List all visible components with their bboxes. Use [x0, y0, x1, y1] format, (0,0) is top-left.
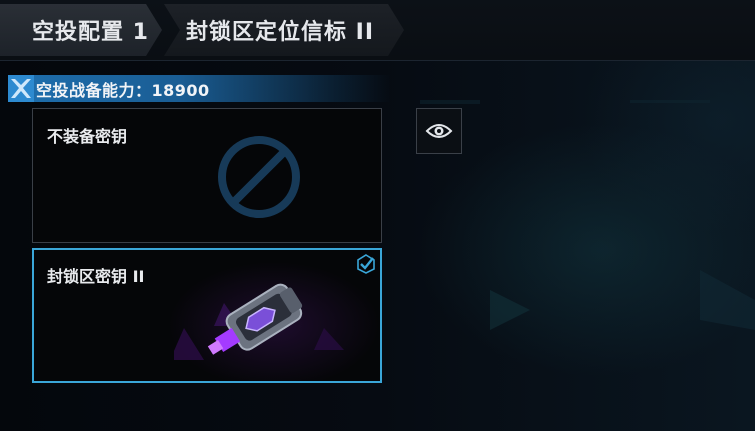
- screen: 空投配置 1 封锁区定位信标 II 空投战备能力：18900 不装备密钥 封锁区…: [0, 0, 755, 431]
- option-no-key[interactable]: 不装备密钥: [32, 108, 382, 243]
- purple-keycard-icon: [174, 283, 344, 360]
- breadcrumb-label: 空投配置 1: [32, 20, 149, 45]
- power-rating-label: 空投战备能力：18900: [36, 80, 210, 100]
- breadcrumb-item-loadout[interactable]: 空投配置 1: [0, 4, 162, 56]
- check-icon: [357, 254, 375, 274]
- option-blockade-key[interactable]: 封锁区密钥 II: [32, 248, 382, 383]
- option-label: 封锁区密钥 II: [47, 267, 145, 286]
- preview-button[interactable]: [416, 108, 462, 154]
- breadcrumb-label: 封锁区定位信标 II: [186, 20, 375, 45]
- power-rating-bar: 空投战备能力：18900: [8, 75, 390, 102]
- eye-icon: [425, 124, 453, 138]
- forbidden-icon: [218, 136, 300, 218]
- option-label: 不装备密钥: [47, 127, 128, 146]
- airdrop-emblem-icon: [8, 75, 34, 102]
- breadcrumb: 空投配置 1 封锁区定位信标 II: [0, 0, 755, 61]
- breadcrumb-item-beacon[interactable]: 封锁区定位信标 II: [164, 4, 404, 56]
